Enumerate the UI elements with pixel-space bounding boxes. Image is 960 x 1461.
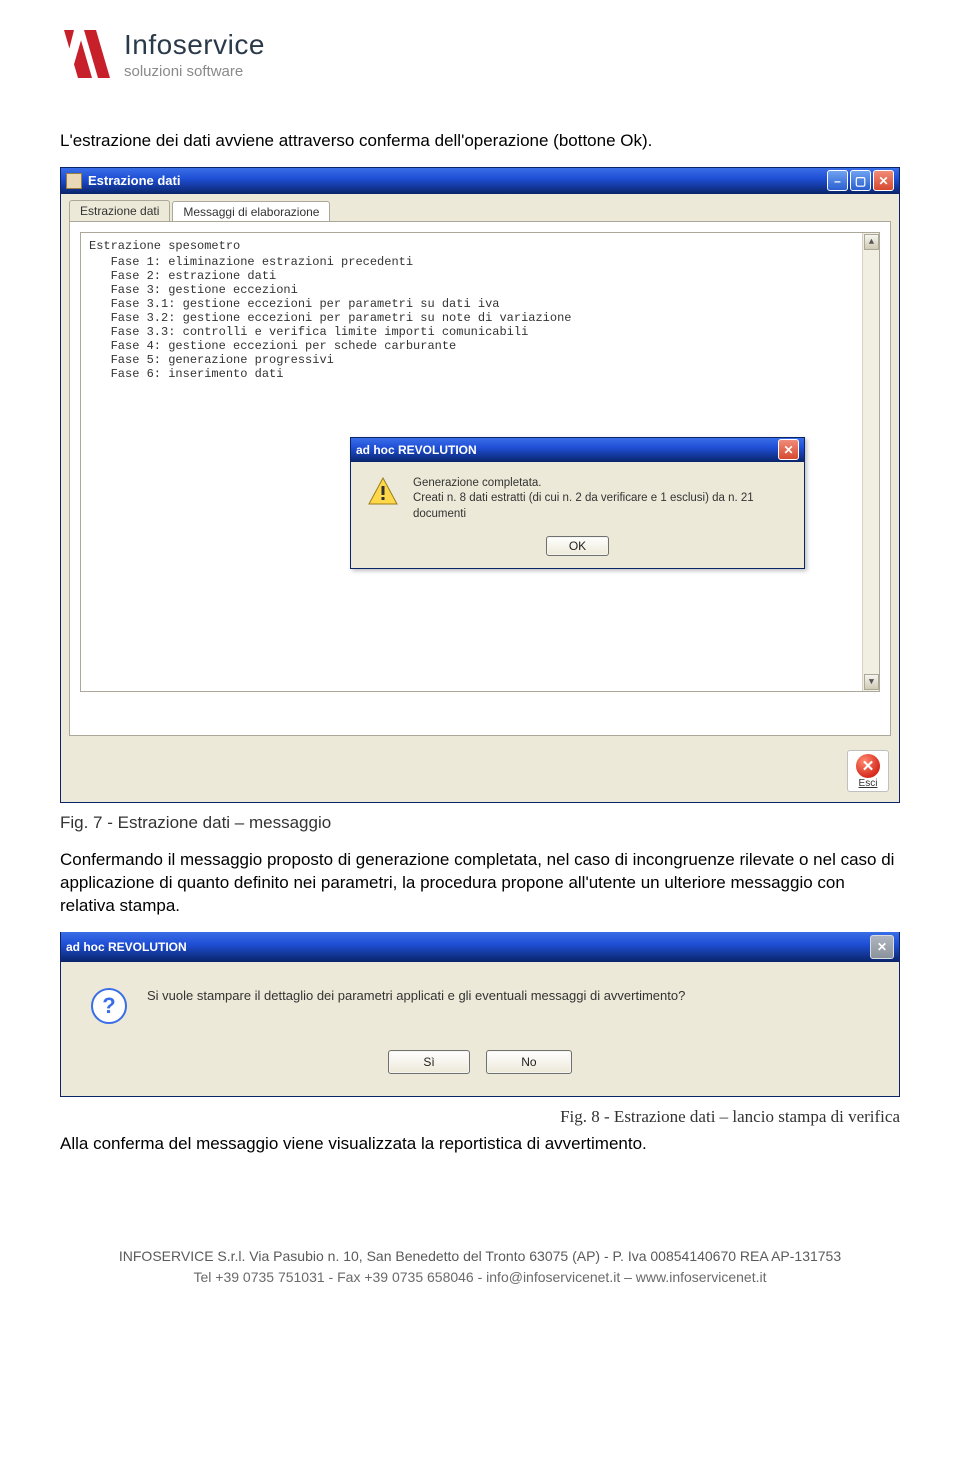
paragraph-2: Confermando il messaggio proposto di gen… [60, 849, 900, 918]
dialog-message: Generazione completata. Creati n. 8 dati… [413, 476, 788, 523]
dialog-line1: Generazione completata. [413, 476, 788, 492]
tab-strip: Estrazione dati Messaggi di elaborazione [61, 194, 899, 221]
dialog-titlebar[interactable]: ad hoc REVOLUTION ✕ [351, 438, 804, 462]
vertical-scrollbar[interactable]: ▲ ▼ [862, 233, 879, 691]
figure-8-caption: Fig. 8 - Estrazione dati – lancio stampa… [60, 1107, 900, 1127]
exit-icon: ✕ [856, 754, 880, 778]
exit-button[interactable]: ✕ Esci [847, 750, 889, 792]
dialog-line2: Creati n. 8 dati estratti (di cui n. 2 d… [413, 491, 788, 522]
scroll-up-button[interactable]: ▲ [864, 234, 879, 250]
brand-logo [60, 28, 112, 80]
print-dialog-titlebar[interactable]: ad hoc REVOLUTION ✕ [61, 932, 899, 962]
console-line: Fase 2: estrazione dati [89, 269, 871, 283]
console-line: Fase 6: inserimento dati [89, 367, 871, 381]
ok-button[interactable]: OK [546, 536, 609, 556]
page-footer: INFOSERVICE S.r.l. Via Pasubio n. 10, Sa… [60, 1246, 900, 1288]
footer-line-1: INFOSERVICE S.r.l. Via Pasubio n. 10, Sa… [60, 1246, 900, 1267]
scroll-down-button[interactable]: ▼ [864, 674, 879, 690]
no-button[interactable]: No [486, 1050, 571, 1074]
print-confirm-dialog: ad hoc REVOLUTION ✕ ? Si vuole stampare … [60, 932, 900, 1097]
print-dialog-text: Si vuole stampare il dettaglio dei param… [147, 988, 685, 1003]
close-button[interactable]: ✕ [873, 170, 894, 191]
question-icon: ? [91, 988, 127, 1024]
extraction-window: Estrazione dati – ▢ ✕ Estrazione dati Me… [60, 167, 900, 803]
print-dialog-close-button[interactable]: ✕ [870, 935, 894, 959]
console-line: Fase 3.2: gestione eccezioni per paramet… [89, 311, 871, 325]
footer-line-2: Tel +39 0735 751031 - Fax +39 0735 65804… [60, 1267, 900, 1288]
brand-subtitle: soluzioni software [124, 63, 265, 80]
tab-messages[interactable]: Messaggi di elaborazione [172, 201, 330, 222]
console-line: Fase 3.1: gestione eccezioni per paramet… [89, 297, 871, 311]
figure-7-caption: Fig. 7 - Estrazione dati – messaggio [60, 813, 900, 833]
console-line: Fase 4: gestione eccezioni per schede ca… [89, 339, 871, 353]
dialog-close-button[interactable]: ✕ [778, 439, 799, 460]
paragraph-1: L'estrazione dei dati avviene attraverso… [60, 130, 900, 153]
console-line: Fase 3: gestione eccezioni [89, 283, 871, 297]
paragraph-3: Alla conferma del messaggio viene visual… [60, 1133, 900, 1156]
window-titlebar[interactable]: Estrazione dati – ▢ ✕ [61, 168, 899, 194]
console-line: Fase 1: eliminazione estrazioni preceden… [89, 255, 871, 269]
console-line: Fase 3.3: controlli e verifica limite im… [89, 325, 871, 339]
yes-button[interactable]: Sì [388, 1050, 469, 1074]
window-icon [66, 173, 82, 189]
brand-name: Infoservice [124, 29, 265, 61]
brand-header: Infoservice soluzioni software [60, 28, 900, 80]
minimize-button[interactable]: – [827, 170, 848, 191]
window-title: Estrazione dati [88, 173, 827, 188]
window-client: Estrazione spesometro Fase 1: eliminazio… [69, 221, 891, 736]
warning-icon [367, 476, 399, 506]
exit-label: Esci [859, 778, 878, 789]
print-dialog-title: ad hoc REVOLUTION [66, 940, 870, 954]
maximize-button[interactable]: ▢ [850, 170, 871, 191]
console-line: Fase 5: generazione progressivi [89, 353, 871, 367]
generation-complete-dialog: ad hoc REVOLUTION ✕ Generazione completa… [350, 437, 805, 570]
tab-extraction[interactable]: Estrazione dati [69, 200, 170, 221]
console-heading: Estrazione spesometro [89, 239, 871, 253]
dialog-title: ad hoc REVOLUTION [356, 443, 778, 457]
